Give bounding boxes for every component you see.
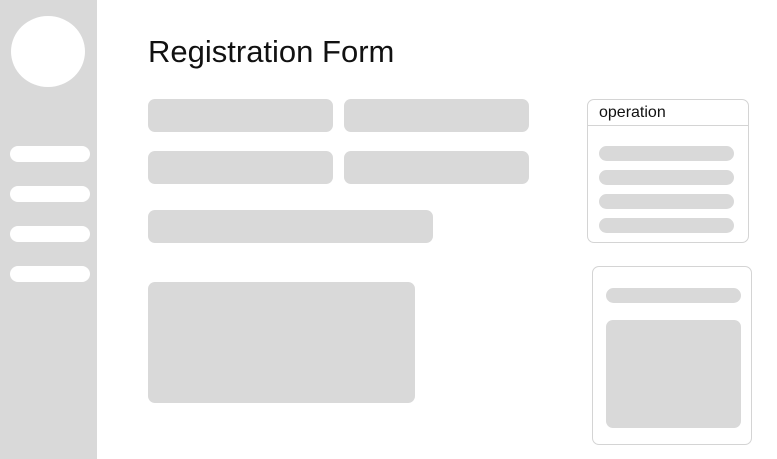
operation-item-1[interactable] xyxy=(599,146,734,161)
secondary-panel xyxy=(592,266,752,445)
form-field-1[interactable] xyxy=(148,99,333,132)
form-field-5[interactable] xyxy=(148,210,433,243)
sidebar xyxy=(0,0,97,459)
operation-item-3[interactable] xyxy=(599,194,734,209)
sidebar-item-4[interactable] xyxy=(10,266,90,282)
sidebar-item-3[interactable] xyxy=(10,226,90,242)
form-field-3[interactable] xyxy=(148,151,333,184)
form-textarea[interactable] xyxy=(148,282,415,403)
secondary-panel-content xyxy=(606,320,741,428)
sidebar-item-1[interactable] xyxy=(10,146,90,162)
sidebar-item-2[interactable] xyxy=(10,186,90,202)
operation-panel: operation xyxy=(587,99,749,243)
form-field-4[interactable] xyxy=(344,151,529,184)
page-title: Registration Form xyxy=(148,34,395,69)
secondary-panel-heading-bar xyxy=(606,288,741,303)
form-field-2[interactable] xyxy=(344,99,529,132)
operation-panel-header: operation xyxy=(588,100,748,126)
page: Registration Form operation xyxy=(0,0,777,459)
operation-item-4[interactable] xyxy=(599,218,734,233)
operation-item-2[interactable] xyxy=(599,170,734,185)
avatar[interactable] xyxy=(11,16,85,87)
